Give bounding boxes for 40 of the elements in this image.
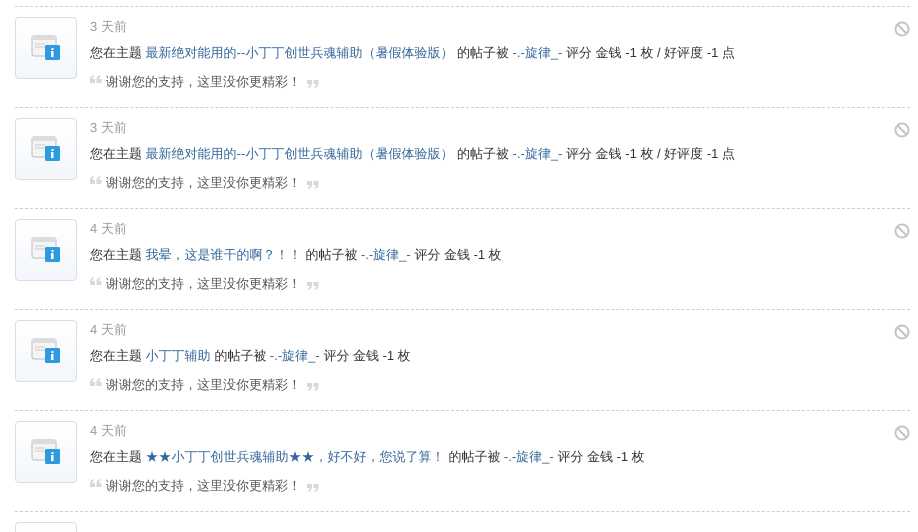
notice-time: 4 天前 <box>90 321 127 339</box>
close-quote-icon <box>307 282 319 290</box>
notice-time: 3 天前 <box>90 18 127 36</box>
notice-text: 您在主题 小丁丁辅助 的帖子被 -.-旋律_- 评分 金钱 -1 枚 <box>90 347 411 365</box>
quote-text: 谢谢您的支持，这里没你更精彩！ <box>106 73 301 91</box>
open-quote-icon <box>90 277 102 285</box>
thread-link[interactable]: 最新绝对能用的--小丁丁创世兵魂辅助（暑假体验版） <box>146 146 454 161</box>
user-link[interactable]: -.-旋律_- <box>360 247 411 262</box>
notice-time: 4 天前 <box>90 422 127 440</box>
user-link[interactable]: -.-旋律_- <box>512 146 562 161</box>
quote-text: 谢谢您的支持，这里没你更精彩！ <box>106 477 301 495</box>
thread-link[interactable]: 小丁丁辅助 <box>146 348 211 363</box>
open-quote-icon <box>90 378 102 386</box>
open-quote-icon <box>90 176 102 184</box>
ignore-icon[interactable] <box>894 324 910 340</box>
thread-link[interactable]: ★★小丁丁创世兵魂辅助★★，好不好，您说了算！ <box>146 449 445 464</box>
open-quote-icon <box>90 75 102 83</box>
quote-text: 谢谢您的支持，这里没你更精彩！ <box>106 174 301 192</box>
thread-link[interactable]: 最新绝对能用的--小丁丁创世兵魂辅助（暑假体验版） <box>146 45 454 60</box>
notice-text: 您在主题 我晕，这是谁干的啊？！！ 的帖子被 -.-旋律_- 评分 金钱 -1 枚 <box>90 246 502 264</box>
ignore-icon[interactable] <box>894 21 910 37</box>
user-link[interactable]: -.-旋律_- <box>270 348 320 363</box>
ignore-icon[interactable] <box>894 425 910 441</box>
close-quote-icon <box>307 383 319 391</box>
open-quote-icon <box>90 479 102 487</box>
close-quote-icon <box>307 484 319 492</box>
close-quote-icon <box>307 181 319 189</box>
notice-text: 您在主题 最新绝对能用的--小丁丁创世兵魂辅助（暑假体验版） 的帖子被 -.-旋律_- 评分 金钱 -1 枚 / 好评度 -1 点 <box>90 44 736 62</box>
quote-text: 谢谢您的支持，这里没你更精彩！ <box>106 376 301 394</box>
thread-link[interactable]: 我晕，这是谁干的啊？！！ <box>146 247 302 262</box>
ignore-icon[interactable] <box>894 122 910 138</box>
notice-text: 您在主题 最新绝对能用的--小丁丁创世兵魂辅助（暑假体验版） 的帖子被 -.-旋律_- 评分 金钱 -1 枚 / 好评度 -1 点 <box>90 145 736 163</box>
notice-time: 3 天前 <box>90 119 127 137</box>
notice-time: 4 天前 <box>90 220 127 238</box>
user-link[interactable]: -.-旋律_- <box>512 45 562 60</box>
user-link[interactable]: -.-旋律_- <box>504 449 554 464</box>
notice-text: 您在主题 ★★小丁丁创世兵魂辅助★★，好不好，您说了算！ 的帖子被 -.-旋律_- 评分 金钱 -1 枚 <box>90 448 645 466</box>
ignore-icon[interactable] <box>894 223 910 239</box>
quote-text: 谢谢您的支持，这里没你更精彩！ <box>106 275 301 293</box>
close-quote-icon <box>307 80 319 88</box>
